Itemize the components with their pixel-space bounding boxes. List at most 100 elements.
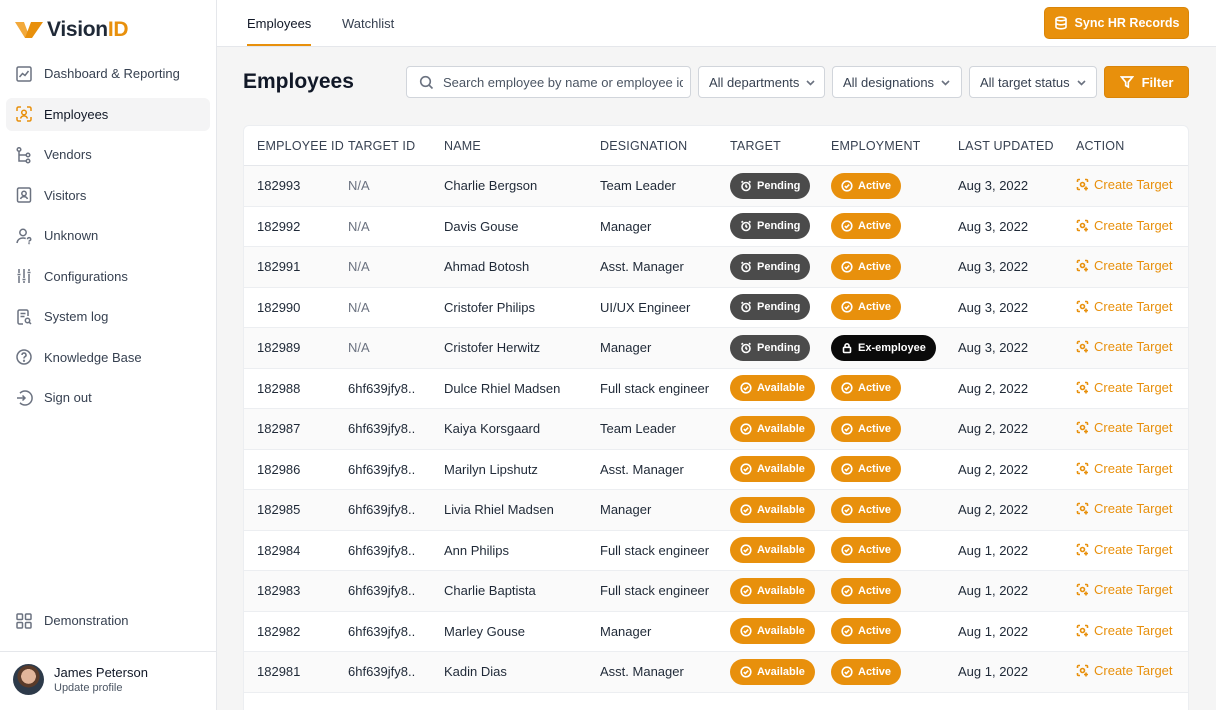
table-row[interactable]: 182992 N/A Davis Gouse Manager Pending Active… (244, 207, 1188, 247)
sync-hr-records-button[interactable]: Sync HR Records (1044, 7, 1189, 39)
employee-id: 182991 (257, 259, 301, 275)
grid-icon (16, 612, 32, 629)
target-id: 6hf639jfy8.. (348, 623, 416, 639)
table-row[interactable]: 182990 N/A Cristofer Philips UI/UX Engineer… (244, 288, 1188, 328)
chevron-down-icon (806, 79, 815, 86)
sidebar-item-label: Demonstration (44, 613, 129, 628)
sidebar-item-system-log[interactable]: System log (6, 300, 210, 333)
column-header-target[interactable]: TARGET (730, 139, 831, 153)
sidebar-item-unknown[interactable]: Unknown (6, 219, 210, 252)
tab-watchlist[interactable]: Watchlist (342, 0, 394, 46)
table-row[interactable]: 182984 6hf639jfy8.. Ann Philips Full stack … (244, 531, 1188, 571)
create-target-button[interactable]: Create Target (1076, 177, 1173, 192)
table-row[interactable]: 182988 6hf639jfy8.. Dulce Rhiel Madsen Full… (244, 369, 1188, 409)
create-target-button[interactable]: Create Target (1076, 299, 1173, 314)
sidebar-item-configurations[interactable]: Configurations (6, 260, 210, 293)
target-status-badge: Available (730, 537, 815, 564)
sidebar-item-vendors[interactable]: Vendors (6, 138, 210, 171)
chart-icon (15, 65, 33, 83)
create-target-icon (1076, 178, 1089, 191)
check-circle-icon (841, 504, 853, 516)
designation: Full stack engineer (600, 583, 710, 599)
last-updated: Aug 3, 2022 (958, 299, 1029, 315)
table-row[interactable]: 182981 6hf639jfy8.. Kadin Dias Asst. Manage… (244, 652, 1188, 693)
create-target-button[interactable]: Create Target (1076, 461, 1173, 476)
sidebar-item-visitors[interactable]: Visitors (6, 179, 210, 212)
table-row[interactable]: 182985 6hf639jfy8.. Livia Rhiel Madsen Mana… (244, 490, 1188, 531)
user-profile[interactable]: James Peterson Update profile (13, 664, 148, 695)
search-input[interactable] (443, 74, 683, 90)
department-dropdown[interactable]: All departments (698, 66, 825, 98)
employee-id: 182992 (257, 218, 301, 234)
last-updated: Aug 3, 2022 (958, 178, 1029, 194)
employee-id: 182988 (257, 380, 301, 396)
sidebar-item-dashboard[interactable]: Dashboard & Reporting (6, 57, 210, 90)
employees-table: EMPLOYEE ID TARGET ID NAME DESIGNATION T… (243, 125, 1189, 710)
target-status-badge: Pending (730, 294, 811, 321)
employee-name: Dulce Rhiel Madsen (444, 380, 561, 396)
target-status-dropdown[interactable]: All target status (969, 66, 1097, 98)
create-target-button[interactable]: Create Target (1076, 542, 1173, 557)
employee-id: 182984 (257, 542, 301, 558)
table-row[interactable]: 182991 N/A Ahmad Botosh Asst. Manager Pendin… (244, 247, 1188, 288)
sidebar-item-demonstration[interactable]: Demonstration (6, 604, 210, 637)
employment-status-badge: Active (831, 658, 902, 685)
employee-name: Marley Gouse (444, 623, 525, 639)
employee-name: Charlie Bergson (444, 178, 538, 194)
create-target-button[interactable]: Create Target (1076, 663, 1173, 678)
brand-logo[interactable]: VisionID (15, 16, 129, 44)
employee-name: Charlie Baptista (444, 583, 536, 599)
tab-employees[interactable]: Employees (247, 0, 312, 46)
create-target-button[interactable]: Create Target (1076, 582, 1173, 597)
employee-name: Kaiya Korsgaard (444, 421, 541, 437)
employment-status-badge: Active (831, 294, 902, 321)
create-target-button[interactable]: Create Target (1076, 218, 1173, 233)
column-header-name[interactable]: NAME (444, 139, 600, 153)
alarm-clock-icon (741, 180, 751, 192)
log-document-icon (15, 308, 33, 326)
table-row[interactable]: 182986 6hf639jfy8.. Marilyn Lipshutz Asst. … (244, 450, 1188, 490)
designation: Team Leader (600, 421, 676, 437)
employee-id: 182989 (257, 340, 301, 356)
target-status-badge: Available (730, 618, 815, 645)
designation-dropdown-value: All designations (843, 74, 935, 90)
sidebar-item-employees[interactable]: Employees (6, 97, 210, 131)
sidebar-item-label: Configurations (44, 268, 128, 284)
last-updated: Aug 3, 2022 (958, 340, 1029, 356)
create-target-icon (1076, 300, 1089, 313)
column-header-employee-id[interactable]: EMPLOYEE ID (244, 139, 348, 153)
employee-id: 182987 (257, 421, 301, 437)
table-row[interactable]: 182993 N/A Charlie Bergson Team Leader Pendi… (244, 166, 1188, 207)
create-target-icon (1076, 462, 1089, 475)
column-header-target-id[interactable]: TARGET ID (348, 139, 444, 153)
column-header-designation[interactable]: DESIGNATION (600, 139, 730, 153)
table-row[interactable]: 182989 N/A Cristofer Herwitz Manager Pending… (244, 328, 1188, 369)
table-row[interactable]: 182982 6hf639jfy8.. Marley Gouse Manager Ava… (244, 612, 1188, 652)
create-target-button[interactable]: Create Target (1076, 339, 1173, 354)
create-target-button[interactable]: Create Target (1076, 380, 1173, 395)
filter-button[interactable]: Filter (1104, 66, 1189, 98)
logo-icon (15, 22, 43, 38)
column-header-last-updated[interactable]: LAST UPDATED (958, 139, 1076, 153)
sidebar-item-knowledge-base[interactable]: Knowledge Base (6, 341, 210, 374)
designation-dropdown[interactable]: All designations (832, 66, 962, 98)
sliders-icon (15, 267, 33, 285)
sidebar-item-sign-out[interactable]: Sign out (6, 381, 210, 414)
employment-status-badge: Active (831, 537, 902, 564)
sign-out-icon (15, 389, 33, 407)
create-target-button[interactable]: Create Target (1076, 501, 1173, 516)
table-row[interactable]: 182987 6hf639jfy8.. Kaiya Korsgaard Team Le… (244, 409, 1188, 450)
check-circle-icon (841, 544, 853, 556)
column-header-employment[interactable]: EMPLOYMENT (831, 139, 958, 153)
designation: UI/UX Engineer (600, 299, 691, 315)
create-target-button[interactable]: Create Target (1076, 623, 1173, 638)
search-box[interactable] (406, 66, 691, 98)
create-target-button[interactable]: Create Target (1076, 258, 1173, 273)
lock-icon (842, 342, 852, 354)
alarm-clock-icon (741, 301, 751, 313)
employee-name: Cristofer Herwitz (444, 340, 541, 356)
table-row[interactable]: 182983 6hf639jfy8.. Charlie Baptista Full s… (244, 571, 1188, 612)
create-target-button[interactable]: Create Target (1076, 420, 1173, 435)
target-status-badge: Available (730, 577, 815, 604)
update-profile-link[interactable]: Update profile (54, 682, 148, 694)
